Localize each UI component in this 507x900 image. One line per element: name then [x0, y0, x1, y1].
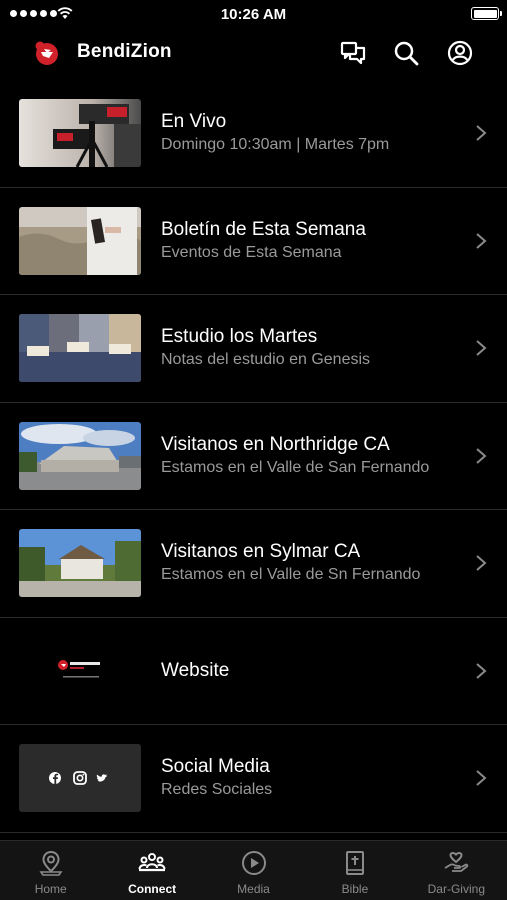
item-title: Visitanos en Northridge CA: [161, 433, 390, 455]
item-title: En Vivo: [161, 111, 227, 133]
list-item-en-vivo[interactable]: En Vivo Domingo 10:30am | Martes 7pm: [0, 80, 507, 188]
chevron-right-icon: [476, 662, 487, 679]
thumbnail-sylmar-church: [19, 529, 141, 597]
location-pin-icon: [39, 850, 63, 876]
tab-home[interactable]: Home: [0, 841, 101, 900]
status-bar: 10:26 AM: [0, 0, 507, 28]
people-icon: [138, 853, 166, 872]
search-icon: [394, 41, 419, 66]
profile-button[interactable]: [445, 38, 475, 68]
item-subtitle: Estamos en el Valle de Sn Fernando: [161, 566, 421, 584]
chevron-right-icon: [476, 125, 487, 142]
bendizion-logo-icon: [35, 41, 58, 65]
item-title: Visitanos en Sylmar CA: [161, 541, 361, 563]
tab-label: Home: [34, 882, 67, 896]
tab-giving[interactable]: Dar-Giving: [406, 841, 507, 900]
item-subtitle: Estamos en el Valle de San Fernando: [161, 458, 430, 476]
thumbnail-bible-field: [19, 206, 141, 275]
chat-icon: [340, 41, 366, 65]
item-title: Social Media: [161, 756, 270, 778]
item-subtitle: Domingo 10:30am | Martes 7pm: [161, 136, 390, 154]
list-item-estudio[interactable]: Estudio los Martes Notas del estudio en …: [0, 295, 507, 403]
bottom-tab-bar: Home Connect Media Bible Dar-Giving: [0, 840, 507, 900]
chevron-right-icon: [476, 770, 487, 787]
chevron-right-icon: [476, 447, 487, 464]
item-title: Boletín de Esta Semana: [161, 218, 366, 240]
tab-label: Bible: [341, 882, 369, 896]
app-title: BendiZion: [77, 41, 172, 62]
tab-label: Media: [237, 882, 270, 896]
play-circle-icon: [241, 851, 266, 875]
list-item-sylmar[interactable]: Visitanos en Sylmar CA Estamos en el Val…: [0, 510, 507, 618]
list-item-website[interactable]: Website: [0, 618, 507, 725]
item-title: Estudio los Martes: [161, 326, 318, 348]
battery-icon: [471, 7, 502, 20]
item-subtitle: Eventos de Esta Semana: [161, 243, 342, 261]
profile-icon: [447, 40, 473, 66]
giving-hand-icon: [444, 852, 469, 872]
facebook-icon: [49, 772, 61, 784]
status-time: 10:26 AM: [220, 6, 287, 23]
tab-label: Connect: [128, 882, 177, 896]
tab-label: Dar-Giving: [427, 882, 485, 896]
chevron-right-icon: [476, 232, 487, 249]
list-item-boletin[interactable]: Boletín de Esta Semana Eventos de Esta S…: [0, 188, 507, 295]
search-button[interactable]: [391, 38, 421, 68]
item-title: Website: [161, 659, 230, 681]
thumbnail-live-camera: [19, 99, 141, 167]
thumbnail-social-icons: [19, 744, 141, 812]
tab-connect[interactable]: Connect: [101, 841, 202, 900]
messages-button[interactable]: [338, 38, 368, 68]
item-subtitle: Redes Sociales: [161, 781, 273, 799]
thumbnail-northridge-church: [19, 421, 141, 490]
chevron-right-icon: [476, 555, 487, 572]
item-subtitle: Notas del estudio en Genesis: [161, 351, 371, 369]
thumbnail-bible-study: [19, 314, 141, 382]
list-item-social-media[interactable]: Social Media Redes Sociales: [0, 725, 507, 833]
tab-bible[interactable]: Bible: [304, 841, 405, 900]
thumbnail-bendizion-logo: [19, 636, 141, 705]
chevron-right-icon: [476, 340, 487, 357]
bible-icon: [345, 851, 364, 875]
connect-list: En Vivo Domingo 10:30am | Martes 7pm Bol…: [0, 80, 507, 833]
app-header: BendiZion: [0, 28, 507, 80]
list-item-northridge[interactable]: Visitanos en Northridge CA Estamos en el…: [0, 403, 507, 510]
tab-media[interactable]: Media: [203, 841, 304, 900]
